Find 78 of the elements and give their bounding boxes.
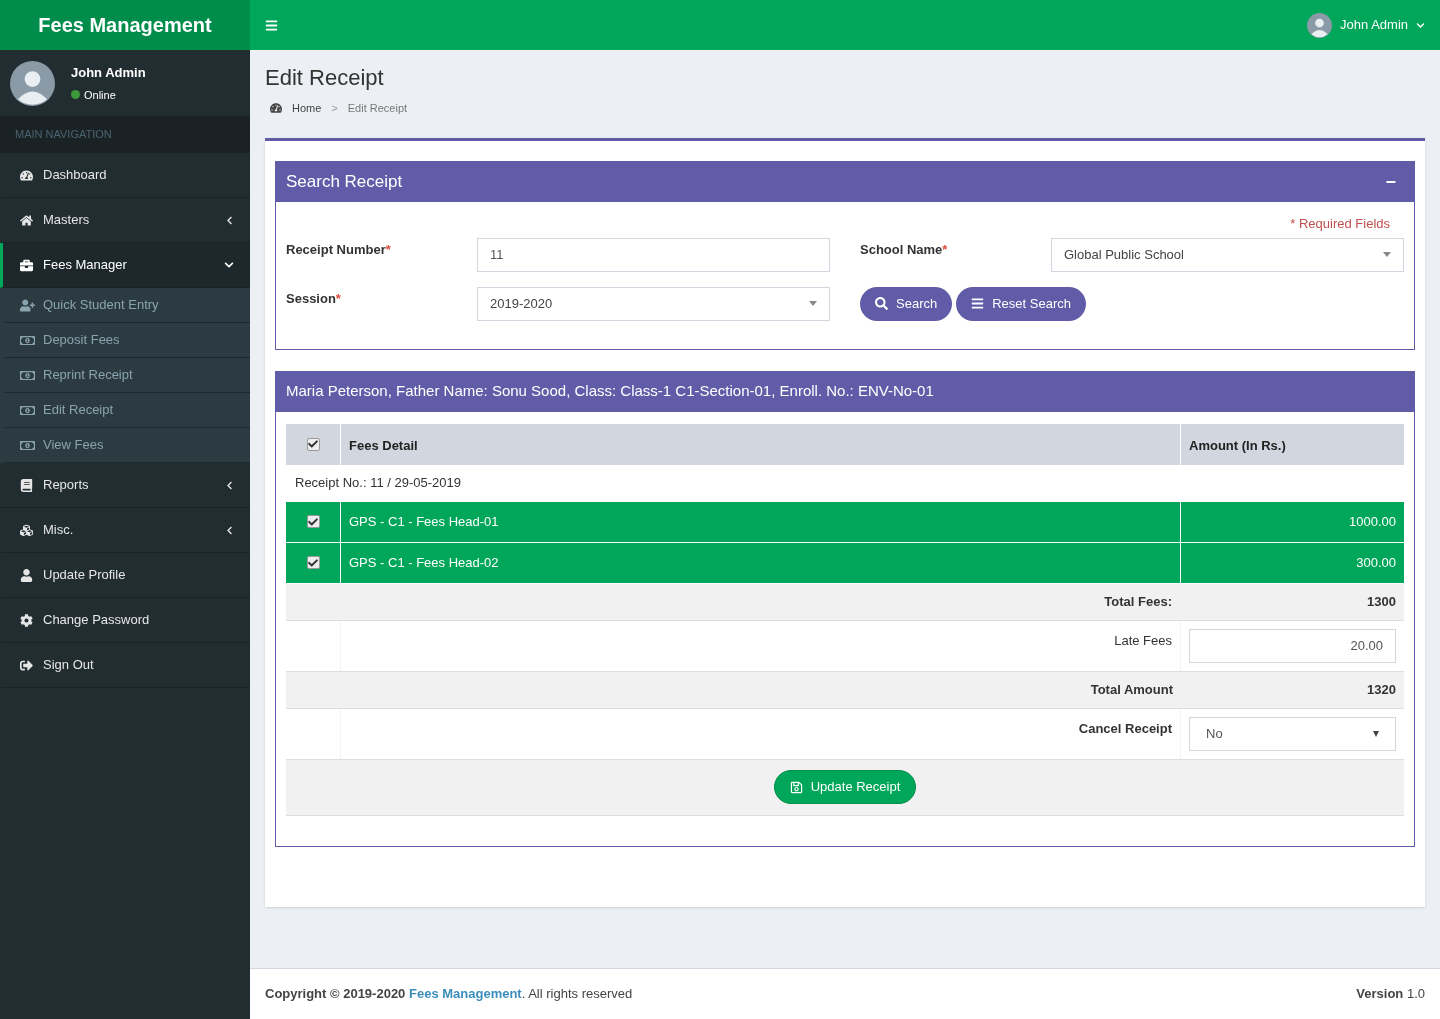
- cancel-receipt-label: Cancel Receipt: [1078, 719, 1172, 738]
- required-note: * Required Fields: [1290, 215, 1390, 233]
- avatar-icon: [10, 60, 55, 106]
- chevron-left-icon: [225, 215, 234, 225]
- version-text: Version 1.0: [1356, 985, 1425, 1004]
- late-fees-input[interactable]: 20.00: [1189, 628, 1396, 663]
- select-field[interactable]: 2019-2020: [477, 286, 830, 321]
- sidebar-item[interactable]: Change Password: [0, 598, 250, 643]
- user-name: John Admin: [71, 64, 146, 82]
- table-cell-text: 1000.00: [1349, 512, 1396, 531]
- sidebar-item[interactable]: Misc.: [0, 508, 250, 553]
- nav-icon: [20, 258, 33, 272]
- banknote-icon: [20, 438, 35, 452]
- field-label: Session*: [286, 289, 342, 308]
- chevron-left-icon: [225, 525, 234, 535]
- nav-header: MAIN NAVIGATION: [15, 127, 112, 143]
- late-fees-label: Late Fees: [1114, 631, 1172, 650]
- panel-title: Maria Peterson, Father Name: Sonu Sood, Class: Class-1 C1-Section-01, Enroll. No.: ENV-No-01: [286, 381, 934, 402]
- nav-icon: [20, 523, 33, 537]
- chevron-down-icon: [224, 260, 234, 270]
- copyright-text: Copyright © 2019-2020 Fees Management. All rights reserved: [265, 985, 633, 1004]
- checkbox[interactable]: [306, 556, 320, 569]
- banknote-icon: [20, 333, 35, 347]
- submenu-item[interactable]: Deposit Fees: [5, 323, 250, 358]
- cancel-receipt-select[interactable]: No: [1189, 716, 1396, 751]
- checkbox[interactable]: [306, 515, 320, 528]
- total-label: Total Fees:: [1104, 592, 1172, 611]
- column-header: Amount (In Rs.): [1189, 437, 1286, 456]
- search-button[interactable]: Search: [860, 286, 953, 321]
- submenu-item[interactable]: Edit Receipt: [5, 393, 250, 428]
- breadcrumb-link[interactable]: Home: [292, 99, 322, 116]
- breadcrumb-separator: >: [330, 100, 339, 116]
- table-cell-text: GPS - C1 - Fees Head-01: [349, 512, 499, 531]
- nav-icon: [20, 478, 33, 492]
- panel-title: Search Receipt: [286, 171, 403, 194]
- sidebar-item[interactable]: Dashboard: [0, 153, 250, 198]
- menu-icon[interactable]: [265, 18, 278, 32]
- footer-link[interactable]: Fees Management: [409, 986, 522, 1002]
- receipt-info: Receipt No.: 11 / 29-05-2019: [295, 474, 461, 493]
- chevron-down-icon: [1416, 20, 1425, 30]
- banknote-icon: [20, 403, 35, 417]
- user-status: Online: [84, 87, 116, 103]
- checkbox[interactable]: [306, 437, 320, 451]
- avatar-icon: [1307, 12, 1333, 38]
- page-title: Edit Receipt: [265, 64, 385, 92]
- table-cell-text: 300.00: [1356, 553, 1396, 572]
- breadcrumb-current: Edit Receipt: [347, 100, 408, 116]
- table-cell-text: GPS - C1 - Fees Head-02: [349, 553, 499, 572]
- nav-icon: [20, 568, 33, 582]
- collapse-button[interactable]: −: [1377, 168, 1404, 196]
- reset-search-button[interactable]: Reset Search: [956, 286, 1086, 321]
- submenu-item[interactable]: Reprint Receipt: [5, 358, 250, 393]
- user-plus-icon: [20, 298, 35, 312]
- nav-icon: [20, 168, 33, 182]
- nav-icon: [20, 658, 33, 672]
- sidebar-item[interactable]: Update Profile: [0, 553, 250, 598]
- brand-logo[interactable]: Fees Management: [0, 0, 250, 50]
- chevron-left-icon: [225, 480, 234, 490]
- submenu-item[interactable]: Quick Student Entry: [5, 288, 250, 323]
- nav-icon: [20, 613, 33, 627]
- dashboard-icon: [270, 101, 282, 114]
- input-field[interactable]: 11: [477, 237, 830, 272]
- sidebar-item[interactable]: Reports: [0, 463, 250, 508]
- search-icon: [875, 297, 888, 310]
- sidebar-item[interactable]: Fees Manager: [0, 243, 250, 288]
- submenu-item[interactable]: View Fees: [5, 428, 250, 463]
- total-amount-value: 1320: [1367, 680, 1396, 699]
- list-icon: [971, 297, 985, 310]
- sidebar-item[interactable]: Sign Out: [0, 643, 250, 688]
- total-amount-label: Total Amount: [1090, 680, 1173, 699]
- field-label: Receipt Number*: [286, 240, 392, 259]
- save-icon: [789, 780, 803, 794]
- column-header: Fees Detail: [349, 437, 418, 456]
- total-value: 1300: [1367, 592, 1396, 611]
- select-field[interactable]: Global Public School: [1051, 237, 1404, 272]
- nav-icon: [20, 213, 33, 227]
- field-label: School Name*: [860, 240, 949, 259]
- banknote-icon: [20, 368, 35, 382]
